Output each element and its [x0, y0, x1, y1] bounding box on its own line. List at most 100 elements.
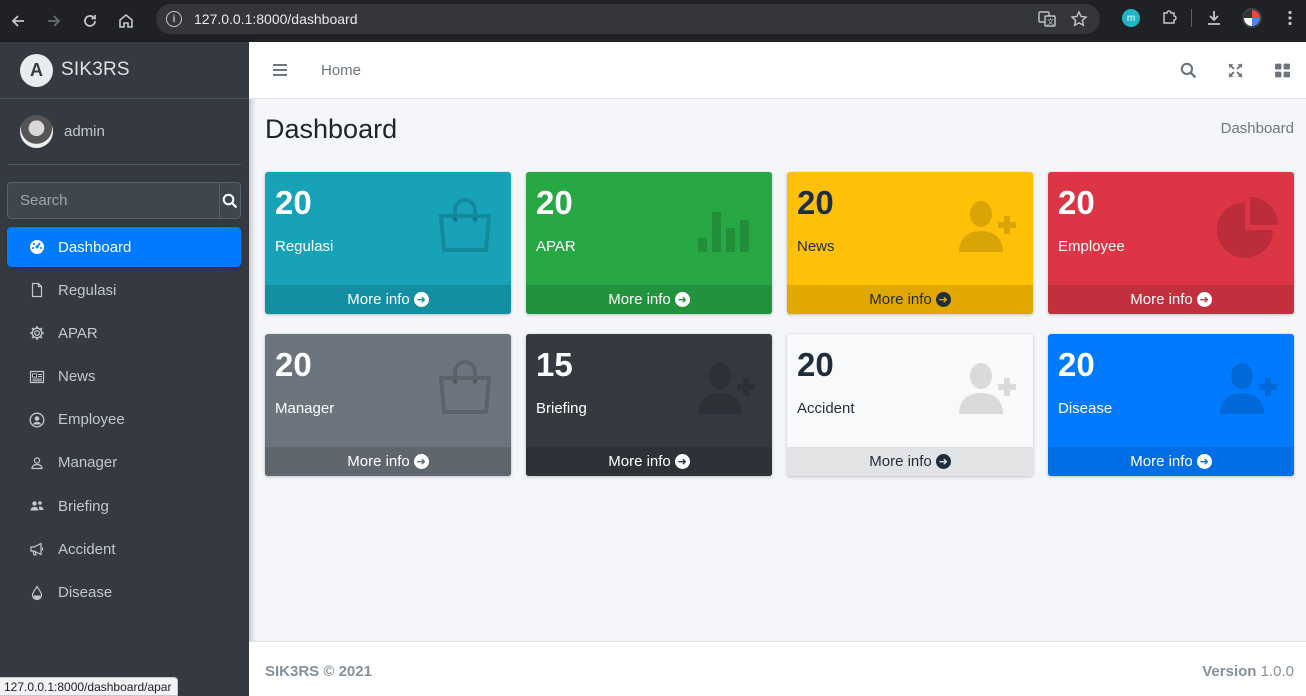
more-info-link[interactable]: More info ➜	[265, 447, 511, 476]
downloads-button[interactable]	[1198, 2, 1230, 34]
megaphone-icon	[27, 539, 47, 559]
sidebar-item-label: Dashboard	[58, 238, 132, 256]
more-info-label: More info	[608, 291, 671, 308]
arrow-circle-right-icon: ➜	[674, 292, 690, 307]
bookmark-star-icon[interactable]	[1070, 10, 1088, 28]
box-count: 20	[1058, 184, 1095, 221]
arrow-circle-right-icon: ➜	[1196, 454, 1212, 469]
breadcrumb[interactable]: Dashboard	[1221, 120, 1294, 137]
more-info-link[interactable]: More info ➜	[1048, 285, 1294, 314]
user-plus-icon	[959, 201, 1016, 252]
avatar[interactable]	[20, 115, 53, 148]
box-label: Employee	[1058, 238, 1125, 255]
page-title: Dashboard	[265, 114, 398, 144]
user-plus-icon	[959, 363, 1016, 414]
site-info-icon[interactable]: i	[166, 11, 182, 27]
back-button[interactable]	[0, 3, 36, 39]
search-button[interactable]	[219, 182, 241, 219]
more-info-link[interactable]: More info ➜	[787, 447, 1033, 476]
home-button[interactable]	[108, 3, 144, 39]
sidebar-item-label: APAR	[58, 324, 98, 342]
small-box-employee: 20 Employee More info ➜	[1048, 172, 1294, 314]
box-label: Accident	[797, 400, 855, 417]
main-footer: SIK3RS © 2021 Version 1.0.0	[249, 641, 1306, 696]
arrow-left-icon	[11, 15, 24, 27]
small-box-briefing: 15 Briefing More info ➜	[526, 334, 772, 476]
sidebar-item-label: Briefing	[58, 497, 109, 515]
fullscreen-button[interactable]	[1212, 42, 1259, 99]
extension-m-icon: m	[1122, 9, 1140, 27]
box-label: News	[797, 238, 835, 255]
arrow-right-icon	[48, 15, 61, 27]
url-text: 127.0.0.1:8000/dashboard	[194, 11, 358, 27]
grid-icon	[1275, 63, 1290, 78]
sidebar-item-employee[interactable]: Employee	[7, 400, 241, 440]
box-label: Manager	[275, 400, 335, 417]
arrow-circle-right-icon: ➜	[935, 454, 951, 469]
sidebar-search	[7, 182, 241, 219]
browser-menu-button[interactable]	[1274, 2, 1306, 34]
small-box-accident: 20 Accident More info ➜	[787, 334, 1033, 476]
users-icon	[27, 496, 47, 516]
version-text: Version 1.0.0	[1202, 663, 1294, 680]
small-box-apar: 20 APAR More info ➜	[526, 172, 772, 314]
box-count: 20	[797, 184, 834, 221]
small-box-disease: 20 Disease More info ➜	[1048, 334, 1294, 476]
sidebar-item-dashboard[interactable]: Dashboard	[7, 227, 241, 267]
translate-icon[interactable]: 文	[1038, 10, 1056, 28]
extension-m-button[interactable]: m	[1115, 2, 1147, 34]
bar-chart-icon	[698, 212, 749, 252]
box-count: 20	[275, 184, 312, 221]
more-info-label: More info	[347, 291, 410, 308]
forward-button[interactable]	[36, 3, 72, 39]
home-link[interactable]: Home	[321, 62, 361, 79]
more-info-link[interactable]: More info ➜	[787, 285, 1033, 314]
box-count: 20	[1058, 346, 1095, 383]
reload-icon	[84, 15, 96, 27]
reload-button[interactable]	[72, 3, 108, 39]
sidebar-item-news[interactable]: News	[7, 357, 241, 397]
user-panel[interactable]: admin	[8, 99, 241, 165]
tachometer-icon	[27, 237, 47, 257]
box-label: APAR	[536, 238, 576, 255]
more-info-label: More info	[608, 453, 671, 470]
more-info-label: More info	[869, 291, 932, 308]
extensions-button[interactable]	[1153, 2, 1185, 34]
toolbar-separator	[1191, 9, 1192, 27]
more-info-link[interactable]: More info ➜	[526, 447, 772, 476]
sidebar-item-apar[interactable]: APAR	[7, 313, 241, 353]
user-plus-icon	[1220, 363, 1277, 414]
hamburger-menu-icon[interactable]	[271, 61, 289, 79]
expand-arrows-icon	[1228, 63, 1243, 78]
box-count: 15	[536, 346, 573, 383]
sidebar-item-regulasi[interactable]: Regulasi	[7, 270, 241, 310]
user-name[interactable]: admin	[64, 123, 105, 140]
sidebar-item-briefing[interactable]: Briefing	[7, 486, 241, 526]
gear-icon	[27, 323, 47, 343]
more-info-link[interactable]: More info ➜	[1048, 447, 1294, 476]
link-status-bar: 127.0.0.1:8000/dashboard/apar	[0, 677, 179, 696]
file-icon	[27, 280, 47, 300]
sidebar-item-manager[interactable]: Manager	[7, 443, 241, 483]
box-label: Regulasi	[275, 238, 334, 255]
more-info-link[interactable]: More info ➜	[526, 285, 772, 314]
puzzle-icon	[1163, 10, 1177, 24]
brand-logo-icon: A	[20, 53, 53, 87]
navbar-search-button[interactable]	[1165, 42, 1212, 99]
brand-link[interactable]: A SIK3RS	[0, 42, 249, 99]
profile-button[interactable]	[1236, 2, 1268, 34]
user-icon	[27, 453, 47, 473]
address-bar[interactable]: i 127.0.0.1:8000/dashboard 文	[156, 4, 1100, 34]
sidebar-item-label: Accident	[58, 540, 116, 558]
profile-avatar-icon	[1242, 8, 1262, 28]
more-info-link[interactable]: More info ➜	[265, 285, 511, 314]
svg-text:文: 文	[1047, 17, 1054, 26]
arrow-circle-right-icon: ➜	[413, 292, 429, 307]
sidebar-item-accident[interactable]: Accident	[7, 529, 241, 569]
sidebar-item-disease[interactable]: Disease	[7, 573, 241, 613]
control-sidebar-button[interactable]	[1259, 42, 1306, 99]
browser-toolbar: i 127.0.0.1:8000/dashboard 文 m	[0, 0, 1306, 42]
more-info-label: More info	[1130, 453, 1193, 470]
box-count: 20	[275, 346, 312, 383]
search-input[interactable]	[7, 182, 219, 219]
